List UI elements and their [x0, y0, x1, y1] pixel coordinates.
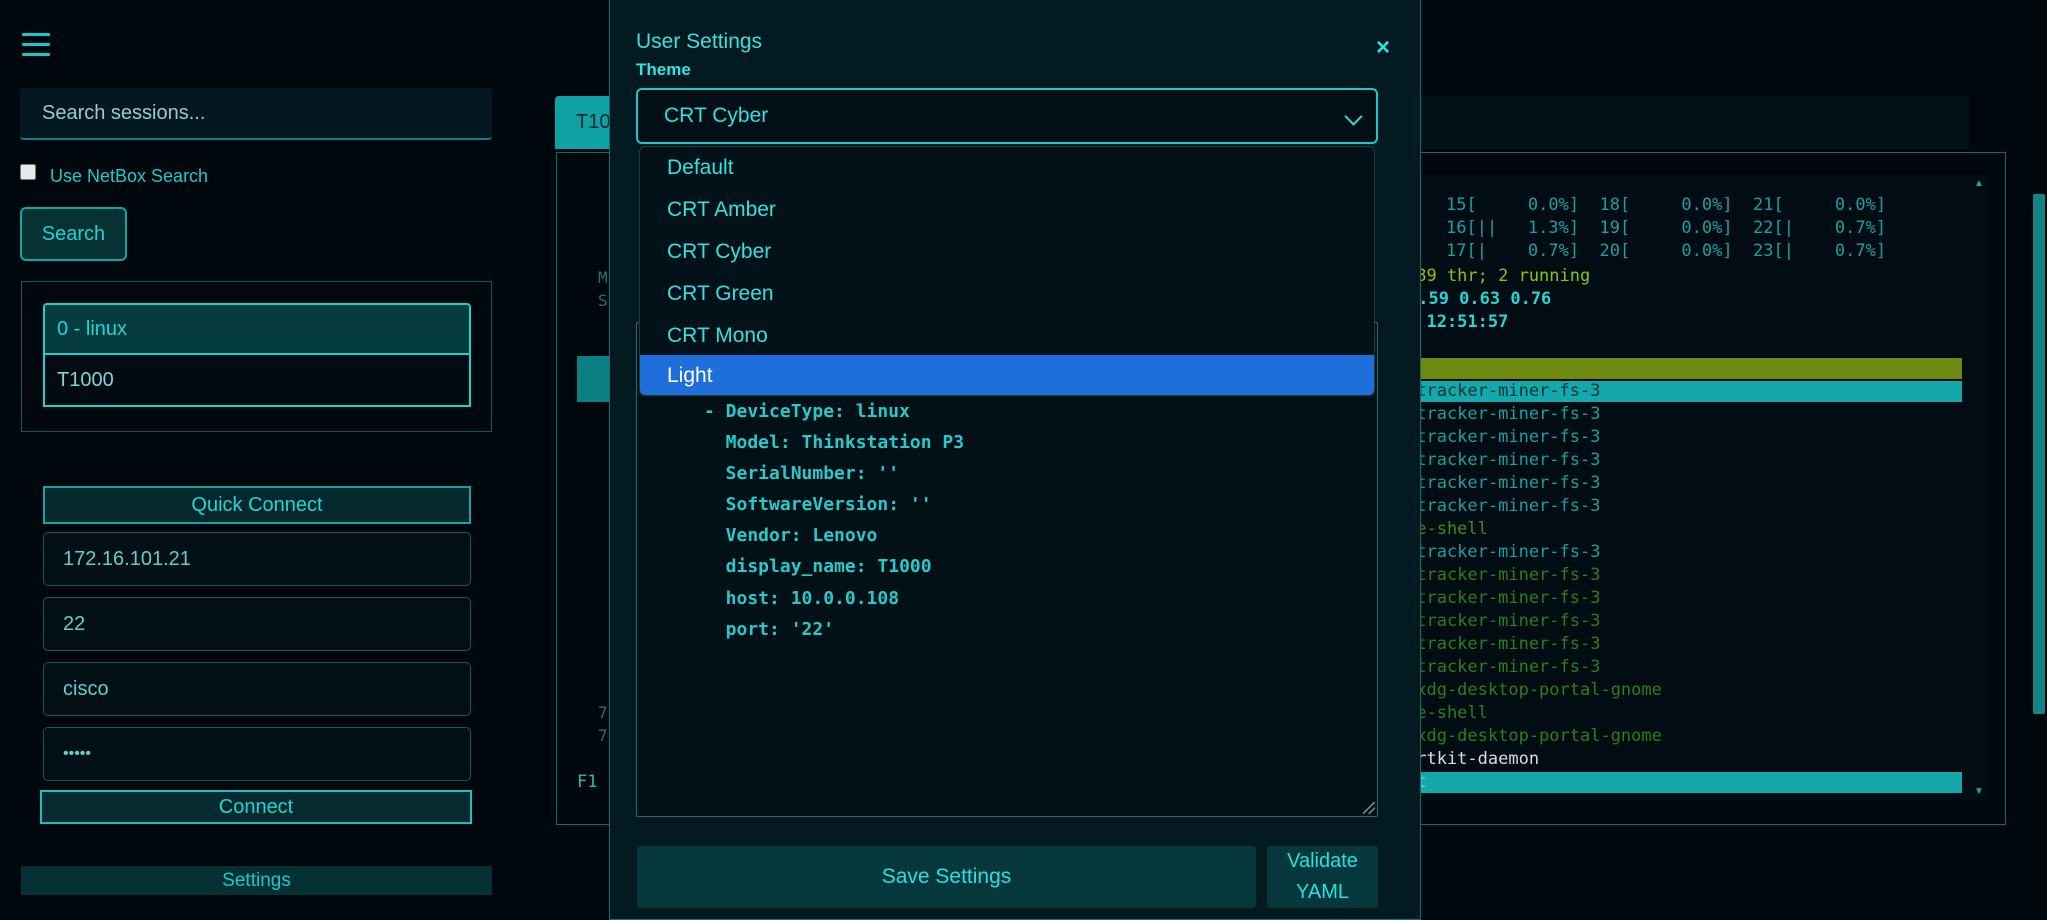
process-line: /tracker-miner-fs-3	[1406, 611, 1601, 631]
yaml-line: host: 10.0.0.108	[704, 588, 900, 609]
process-line: /tracker-miner-fs-3	[1406, 404, 1601, 424]
process-line: /xdg-desktop-portal-gnome	[1406, 680, 1662, 700]
htop-header-fragment	[577, 356, 609, 402]
session-list: 0 - linux T1000	[21, 281, 492, 432]
close-icon[interactable]: ×	[1376, 34, 1390, 62]
theme-dropdown-list: Default CRT Amber CRT Cyber CRT Green CR…	[639, 146, 1375, 396]
save-settings-button[interactable]: Save Settings	[637, 846, 1256, 908]
function-key-bar	[1406, 772, 1962, 793]
terminal-screen[interactable]: 15[ 0.0%] 18[ 0.0%] 21[ 0.0%] 16[|| 1.3%…	[1406, 175, 1988, 800]
netbox-search-label: Use NetBox Search	[50, 165, 209, 186]
port-field[interactable]: 22	[43, 597, 471, 651]
quick-connect-header[interactable]: Quick Connect	[43, 486, 471, 524]
validate-yaml-button[interactable]: Validate YAML	[1267, 846, 1378, 908]
process-line: /tracker-miner-fs-3	[1406, 634, 1601, 654]
yaml-line: SoftwareVersion: ''	[704, 494, 932, 515]
netbox-search-checkbox[interactable]	[20, 164, 36, 180]
theme-select-value: CRT Cyber	[664, 104, 769, 127]
username-field[interactable]: cisco	[43, 662, 471, 716]
scroll-up-icon[interactable]: ▲	[1974, 178, 1984, 189]
session-item-linux[interactable]: 0 - linux	[43, 303, 471, 355]
uptime-line: , 12:51:57	[1406, 312, 1509, 332]
search-input[interactable]	[20, 88, 492, 140]
process-line: /tracker-miner-fs-3	[1406, 473, 1601, 493]
process-line: /tracker-miner-fs-3	[1406, 565, 1601, 585]
connect-button[interactable]: Connect	[40, 790, 472, 824]
terminal-fragment: M	[598, 268, 608, 287]
process-line: /tracker-miner-fs-3	[1406, 657, 1601, 677]
validate-yaml-label-line1: Validate	[1287, 850, 1358, 872]
process-line: /tracker-miner-fs-3	[1406, 542, 1601, 562]
terminal-fragment: F1	[577, 772, 598, 792]
process-line: /tracker-miner-fs-3	[1406, 588, 1601, 608]
yaml-editor[interactable]: - DeviceType: linux Model: Thinkstation …	[636, 322, 1378, 817]
tasks-line: 089 thr; 2 running	[1406, 266, 1591, 286]
password-field[interactable]: •••••	[43, 727, 471, 781]
theme-option-crt-mono[interactable]: CRT Mono	[640, 315, 1374, 357]
process-line: /rtkit-daemon	[1406, 749, 1540, 769]
terminal-fragment: 7	[598, 726, 608, 745]
cpu-meter-row: 17[| 0.7%] 20[ 0.0%] 23[| 0.7%]	[1446, 241, 1887, 261]
session-item-t1000[interactable]: T1000	[43, 355, 471, 407]
process-line: /tracker-miner-fs-3	[1406, 427, 1601, 447]
process-line: /tracker-miner-fs-3	[1406, 450, 1601, 470]
hamburger-icon[interactable]	[22, 33, 50, 59]
htop-header-bar	[1406, 358, 1962, 379]
process-line: /tracker-miner-fs-3	[1406, 381, 1601, 401]
process-line: /tracker-miner-fs-3	[1406, 496, 1601, 516]
settings-button[interactable]: Settings	[21, 866, 492, 895]
modal-title: User Settings	[636, 30, 763, 53]
cpu-meter-row: 15[ 0.0%] 18[ 0.0%] 21[ 0.0%]	[1446, 195, 1887, 215]
theme-option-crt-amber[interactable]: CRT Amber	[640, 189, 1374, 231]
theme-option-crt-cyber[interactable]: CRT Cyber	[640, 231, 1374, 273]
theme-label: Theme	[636, 60, 691, 79]
chevron-down-icon	[1344, 107, 1363, 126]
yaml-line: Vendor: Lenovo	[704, 525, 878, 546]
theme-select[interactable]: CRT Cyber	[636, 88, 1378, 144]
yaml-line: display_name: T1000	[704, 556, 932, 577]
load-average-line: 0.59 0.63 0.76	[1408, 289, 1552, 309]
terminal-fragment: S	[598, 291, 608, 310]
theme-option-light[interactable]: Light	[640, 355, 1374, 395]
netbox-search-option[interactable]: Use NetBox Search	[20, 163, 208, 189]
process-line: /xdg-desktop-portal-gnome	[1406, 726, 1662, 746]
terminal-fragment: 7	[598, 703, 608, 722]
cpu-meter-row: 16[|| 1.3%] 19[ 0.0%] 22[| 0.7%]	[1446, 218, 1887, 238]
validate-yaml-label-line2: YAML	[1296, 881, 1349, 903]
host-field[interactable]: 172.16.101.21	[43, 532, 471, 586]
resize-handle-icon[interactable]	[1363, 802, 1375, 814]
search-button[interactable]: Search	[20, 207, 127, 261]
yaml-line: SerialNumber: ''	[704, 463, 900, 484]
yaml-line: port: '22'	[704, 619, 835, 640]
yaml-line: - DeviceType: linux	[704, 401, 910, 422]
yaml-line: Model: Thinkstation P3	[704, 432, 965, 453]
scroll-down-icon[interactable]: ▼	[1974, 786, 1984, 797]
theme-option-default[interactable]: Default	[640, 147, 1374, 189]
page-scrollbar-thumb[interactable]	[2033, 194, 2045, 714]
theme-option-crt-green[interactable]: CRT Green	[640, 273, 1374, 315]
